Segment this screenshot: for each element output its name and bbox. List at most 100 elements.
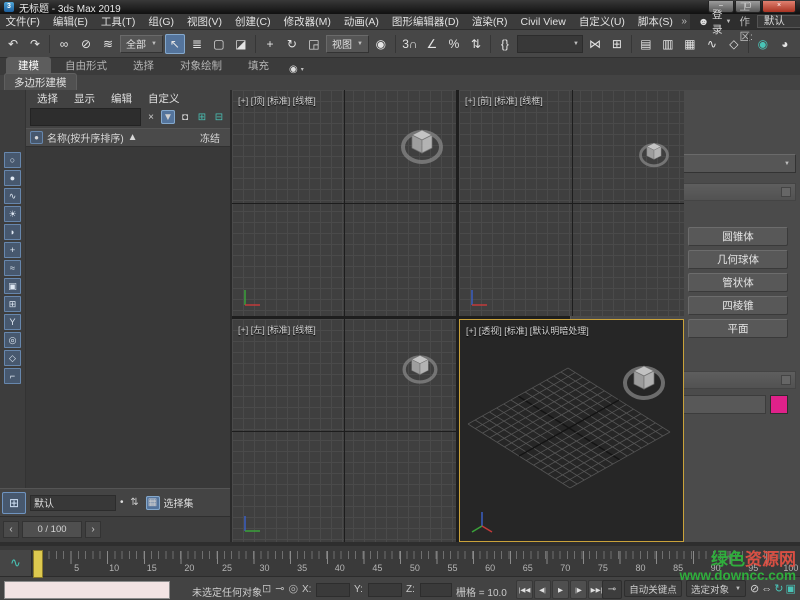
auto-key-button[interactable]: 自动关键点: [624, 580, 682, 597]
render-setup-icon[interactable]: ◕: [775, 34, 795, 54]
filter-groups-icon[interactable]: ▣: [4, 278, 21, 294]
curve-editor-icon[interactable]: ∿: [702, 34, 722, 54]
undo-icon[interactable]: ↶: [3, 34, 23, 54]
explorer-search-input[interactable]: [30, 108, 141, 126]
filter-frozen-icon[interactable]: ⌐: [4, 368, 21, 384]
filter-containers-icon[interactable]: ◎: [4, 332, 21, 348]
go-to-start-button[interactable]: |◀◀: [516, 580, 533, 599]
orbit-icon[interactable]: ↻: [774, 582, 783, 595]
next-arrow-button[interactable]: ›: [85, 521, 101, 538]
name-column-header[interactable]: 名称(按升序排序): [47, 130, 124, 145]
snap-toggle-3d-icon[interactable]: 3∩: [400, 34, 420, 54]
ribbon-tab-populate[interactable]: 填充: [236, 57, 281, 75]
filter-shapes-icon[interactable]: ∿: [4, 188, 21, 204]
align-icon[interactable]: ⊞: [607, 34, 627, 54]
edit-named-selection-sets-icon[interactable]: {}: [495, 34, 515, 54]
percent-snap-icon[interactable]: %: [444, 34, 464, 54]
rectangular-selection-region-icon[interactable]: ▢: [209, 34, 229, 54]
viewport-left[interactable]: [+] [左] [标准] [线框]: [232, 319, 456, 542]
menu-customize[interactable]: 自定义(U): [573, 14, 630, 29]
isolate-selection-icon[interactable]: ⊡: [262, 582, 271, 595]
viewport-top[interactable]: [+] [顶] [标准] [线框]: [232, 90, 456, 316]
previous-frame-button[interactable]: ◀|: [534, 580, 551, 599]
explorer-column-header[interactable]: ● 名称(按升序排序) ▲ 冻结: [26, 128, 230, 147]
filter-geometry-icon[interactable]: ●: [4, 170, 21, 186]
button-cone[interactable]: 圆锥体: [688, 227, 788, 246]
select-and-link-icon[interactable]: ∞: [54, 34, 74, 54]
button-pyramid[interactable]: 四棱锥: [688, 296, 788, 315]
toggle-ribbon-icon[interactable]: ▦: [680, 34, 700, 54]
viewport-perspective[interactable]: [+] [透视] [标准] [默认明暗处理]: [459, 319, 684, 542]
viewport-label-front[interactable]: [+] [前] [标准] [线框]: [465, 94, 543, 107]
unlink-selection-icon[interactable]: ⊘: [76, 34, 96, 54]
default-set-field[interactable]: [30, 495, 116, 511]
maximize-viewport-toggle-icon[interactable]: ▣: [785, 582, 795, 595]
absolute-mode-icon[interactable]: ◎: [288, 582, 298, 595]
redo-icon[interactable]: ↷: [25, 34, 45, 54]
filter-xrefs-icon[interactable]: ⊞: [4, 296, 21, 312]
reference-coordinate-dropdown[interactable]: 视图 ▼: [326, 35, 369, 53]
time-slider-handle[interactable]: [33, 550, 43, 578]
object-color-swatch[interactable]: [770, 395, 788, 414]
viewcube[interactable]: [617, 356, 671, 404]
frozen-column-header[interactable]: 冻结: [200, 130, 226, 145]
maxscript-mini-listener[interactable]: [4, 581, 170, 599]
y-coordinate-field[interactable]: [368, 583, 402, 597]
play-button[interactable]: ▶: [552, 580, 569, 599]
use-pivot-center-icon[interactable]: ◉: [371, 34, 391, 54]
explorer-menu-display[interactable]: 显示: [67, 91, 102, 106]
clear-search-icon[interactable]: ×: [144, 110, 158, 124]
viewport-label-perspective[interactable]: [+] [透视] [标准] [默认明暗处理]: [466, 324, 589, 337]
toggle-scene-explorer-icon[interactable]: ▤: [636, 34, 656, 54]
frame-indicator[interactable]: 0 / 100: [22, 521, 82, 538]
button-plane[interactable]: 平面: [688, 319, 788, 338]
explorer-menu-edit[interactable]: 编辑: [104, 91, 139, 106]
named-selection-sets-field[interactable]: ▼: [517, 35, 583, 53]
viewport-label-left[interactable]: [+] [左] [标准] [线框]: [238, 323, 316, 336]
viewcube[interactable]: [636, 136, 672, 170]
menu-modifiers[interactable]: 修改器(M): [278, 14, 336, 29]
select-and-rotate-icon[interactable]: ↻: [282, 34, 302, 54]
angle-snap-icon[interactable]: ∠: [422, 34, 442, 54]
filter-cameras-icon[interactable]: ◗: [4, 224, 21, 240]
filter-bones-icon[interactable]: Y: [4, 314, 21, 330]
menu-rendering[interactable]: 渲染(R): [466, 14, 513, 29]
menu-tools[interactable]: 工具(T): [95, 14, 140, 29]
filter-lights-icon[interactable]: ☀: [4, 206, 21, 222]
key-filter-dropdown[interactable]: 选定对象 ▼: [686, 580, 746, 597]
grid-view-icon[interactable]: ▦: [146, 496, 160, 510]
menu-overflow-chevron[interactable]: »: [678, 16, 690, 27]
collapse-tree-icon[interactable]: ⊟: [212, 110, 226, 124]
bind-to-space-warp-icon[interactable]: ≋: [98, 34, 118, 54]
mirror-icon[interactable]: ⋈: [585, 34, 605, 54]
filter-space-warps-icon[interactable]: ≈: [4, 260, 21, 276]
explorer-menu-select[interactable]: 选择: [30, 91, 65, 106]
menu-animation[interactable]: 动画(A): [338, 14, 384, 29]
ribbon-tab-selection[interactable]: 选择: [121, 57, 166, 75]
next-frame-button[interactable]: |▶: [570, 580, 587, 599]
menu-group[interactable]: 组(G): [143, 14, 180, 29]
lock-icon[interactable]: ◘: [178, 110, 192, 124]
menu-graph-editors[interactable]: 图形编辑器(D): [386, 14, 464, 29]
material-editor-icon[interactable]: ◉: [753, 34, 773, 54]
stack-icon[interactable]: ⇅: [128, 496, 142, 510]
viewcube[interactable]: [398, 347, 442, 387]
menu-civil-view[interactable]: Civil View: [515, 16, 571, 28]
viewport-layout-tabs-button[interactable]: ⊞: [2, 492, 26, 514]
selection-filter-dropdown[interactable]: 全部 ▼: [120, 35, 163, 53]
viewport-front[interactable]: [+] [前] [标准] [线框]: [459, 90, 684, 316]
select-and-scale-icon[interactable]: ◲: [304, 34, 324, 54]
z-coordinate-field[interactable]: [420, 583, 452, 597]
select-by-name-icon[interactable]: ≣: [187, 34, 207, 54]
mini-curve-editor-button[interactable]: ∿: [0, 550, 32, 576]
set-key-button[interactable]: ⊸: [602, 580, 622, 599]
selection-lock-icon[interactable]: ⊸: [275, 582, 284, 595]
zoom-icon[interactable]: ⊘: [750, 582, 759, 595]
menu-create[interactable]: 创建(C): [230, 14, 277, 29]
menu-scripting[interactable]: 脚本(S): [632, 14, 678, 29]
window-crossing-icon[interactable]: ◪: [231, 34, 251, 54]
menu-views[interactable]: 视图(V): [182, 14, 228, 29]
button-geosphere[interactable]: 几何球体: [688, 250, 788, 269]
sign-in-button[interactable]: ☻ 登录 ▼: [694, 7, 736, 37]
ribbon-tab-object-paint[interactable]: 对象绘制: [168, 57, 234, 75]
